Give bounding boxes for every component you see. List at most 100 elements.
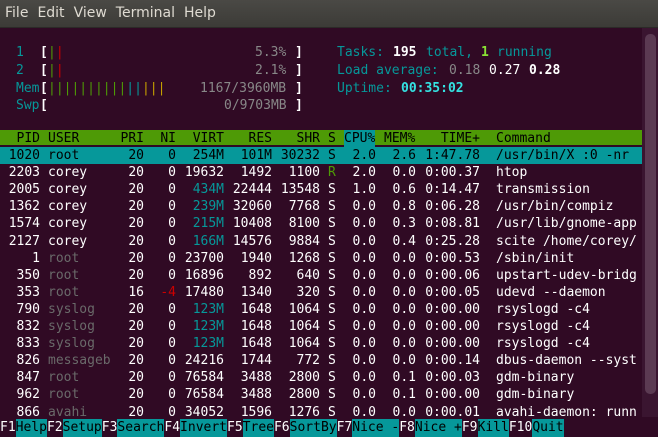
cell-state: S [328, 404, 336, 420]
cell-shr: 2800 [288, 370, 320, 386]
table-row[interactable]: 350 root 20 0 16896 892 640 S 0.0 0.0 0:00.06 upsta… [0, 267, 642, 284]
tasks-label: Tasks: [337, 45, 384, 60]
cell-state: S [328, 233, 336, 249]
cell-cpu: 0.0 [352, 267, 376, 283]
cell-pri: 20 [128, 336, 144, 352]
col-time[interactable]: TIME+ [424, 130, 480, 147]
f5-tree[interactable]: F5 Tree [227, 419, 274, 437]
table-row[interactable]: 1362 corey 20 0 239M 32060 7768 S 0.0 0.8 0:06.28 /… [0, 198, 642, 215]
cell-cpu: 0.0 [352, 353, 376, 369]
col-state[interactable]: S [328, 130, 336, 147]
cell-pid: 962 [16, 387, 40, 403]
cell-shr: 1268 [288, 250, 320, 266]
table-row[interactable]: 353 root 16 -4 17480 1340 320 S 0.0 0.0 0:00.05 ude… [0, 284, 642, 301]
table-row[interactable]: 1 root 20 0 23700 1940 1268 S 0.0 0.0 0:00.53/sbin… [0, 250, 642, 267]
cell-pid: 2203 [8, 165, 40, 181]
menu-file[interactable]: File [5, 0, 35, 27]
f6-sortby[interactable]: F6 SortBy [274, 419, 337, 437]
scrollbar[interactable] [642, 28, 658, 417]
cell-virt: 434M [192, 182, 224, 198]
table-row[interactable]: 833 syslog 20 0 123M 1648 1064 S 0.0 0.0 0:00.00 rs… [0, 335, 642, 352]
cell-user: root [48, 284, 80, 300]
cell-res: 3488 [240, 370, 272, 386]
f7-nice-minus[interactable]: F7 Nice - [337, 419, 400, 437]
cell-ni: 0 [168, 182, 176, 198]
fkey-label: Nice - [352, 419, 400, 437]
f1-help[interactable]: F1 Help [0, 419, 47, 437]
table-row[interactable]: 866 avahi 20 0 34052 1596 1276 S 0.0 0.0 0:00.01 av… [0, 404, 642, 421]
fkey-label: Setup [62, 419, 102, 437]
f3-search[interactable]: F3 Search [102, 419, 165, 437]
f9-kill[interactable]: F9 Kill [462, 419, 509, 437]
table-row[interactable]: 826 messageb 20 0 24216 1744 772 S 0.0 0.0 0:00.14… [0, 352, 642, 369]
table-row[interactable]: 2005 corey 20 0 434M 22444 13548 S 1.0 0.6 0:14.47… [0, 181, 642, 198]
col-shr[interactable]: SHR [280, 130, 320, 147]
load-15: 0.28 [529, 63, 561, 78]
column-header[interactable]: PID USER PRI NI VIRT RES SHR S CPU% MEM%… [0, 130, 642, 147]
table-row[interactable]: 962 root 20 0 76584 3488 2800 S 0.0 0.1 0:00.00 gdm… [0, 386, 642, 403]
cell-shr: 8100 [288, 216, 320, 232]
cell-state: S [328, 148, 336, 163]
uptime-label: Uptime: [337, 81, 392, 96]
cell-shr: 2800 [288, 387, 320, 403]
cell-command: rsyslogd -c4 [496, 301, 590, 317]
col-user[interactable]: USER [48, 130, 79, 147]
f2-setup[interactable]: F2 Setup [47, 419, 102, 437]
menu-view[interactable]: View [74, 0, 114, 27]
cell-user: messageb [48, 353, 111, 369]
f10-quit[interactable]: F10 Quit [509, 419, 564, 437]
cell-shr: 30232 [280, 148, 320, 163]
cell-command: /sbin/init [496, 250, 575, 266]
fkey-label: Kill [477, 419, 509, 437]
table-row[interactable]: 2203 corey 20 0 19632 1492 1100 R 2.0 0.0 0:00.37 h… [0, 164, 642, 181]
cell-time: 0:00.05 [425, 284, 480, 300]
f4-invert[interactable]: F4 Invert [164, 419, 228, 437]
cell-pid: 866 [16, 404, 40, 420]
cell-state: S [328, 336, 336, 352]
menu-help[interactable]: Help [184, 0, 223, 27]
fkey-number: F6 [273, 420, 290, 435]
cell-command: /usr/bin/X :0 -nr [496, 148, 630, 163]
cell-time: 0:14.47 [425, 182, 480, 198]
cell-pid: 353 [16, 284, 40, 300]
table-row[interactable]: 1574 corey 20 0 215M 10408 8100 S 0.0 0.3 0:08.81 /… [0, 215, 642, 232]
cell-virt: 17480 [184, 284, 224, 300]
col-command[interactable]: Command [496, 130, 551, 147]
cell-command: upstart-udev-bridg [496, 267, 637, 283]
col-res[interactable]: RES [232, 130, 272, 147]
table-row-selected[interactable]: 1020 root 20 0 254M 101M 30232 S 2.0 2.6 1:47.78/u… [0, 147, 642, 164]
table-row[interactable]: 2127 corey 20 0 166M 14576 9884 S 0.0 0.4 0:25.28 s… [0, 233, 642, 250]
cell-shr: 13548 [280, 182, 320, 198]
cell-pri: 20 [128, 233, 144, 249]
cell-pid: 832 [16, 319, 40, 334]
cell-res: 3488 [240, 387, 272, 403]
cell-pri: 20 [128, 370, 144, 386]
col-pri[interactable]: PRI [112, 130, 144, 147]
col-pid[interactable]: PID [0, 130, 40, 147]
col-mem[interactable]: MEM% [384, 130, 415, 147]
cell-pid: 847 [16, 370, 40, 386]
cpu1-bar: || [48, 45, 64, 60]
cell-user: syslog [48, 336, 95, 352]
mem-bar: ||||||||||||||| [48, 81, 166, 96]
menu-terminal[interactable]: Terminal [116, 0, 182, 27]
cell-time: 0:06.28 [425, 199, 480, 215]
table-row[interactable]: 847 root 20 0 76584 3488 2800 S 0.0 0.1 0:00.03 gdm… [0, 369, 642, 386]
terminal-area[interactable]: 1 [ || 5.3% ] 2 [ || 2.1% ] Mem [ ||||||… [0, 28, 658, 437]
col-cpu[interactable]: CPU% [344, 130, 376, 147]
cell-state: S [328, 353, 336, 369]
fkey-number: F5 [227, 420, 243, 435]
cpu2-percent: 2.1% [255, 63, 287, 78]
cell-command: /usr/bin/compiz [496, 199, 614, 215]
cell-ni: 0 [168, 301, 176, 317]
table-row[interactable]: 832 syslog 20 0 123M 1648 1064 S 0.0 0.0 0:00.00 rs… [0, 318, 642, 335]
cell-virt: 239M [192, 199, 224, 215]
col-ni[interactable]: NI [152, 130, 176, 147]
table-row[interactable]: 790 syslog 20 0 123M 1648 1064 S 0.0 0.0 0:00.00 rs… [0, 301, 642, 318]
fkey-number: F8 [399, 420, 415, 435]
col-virt[interactable]: VIRT [184, 130, 224, 147]
menu-edit[interactable]: Edit [37, 0, 71, 27]
f8-nice-plus[interactable]: F8 Nice + [399, 419, 462, 437]
scrollbar-thumb[interactable] [645, 34, 656, 394]
cell-mem: 0.6 [392, 182, 416, 198]
